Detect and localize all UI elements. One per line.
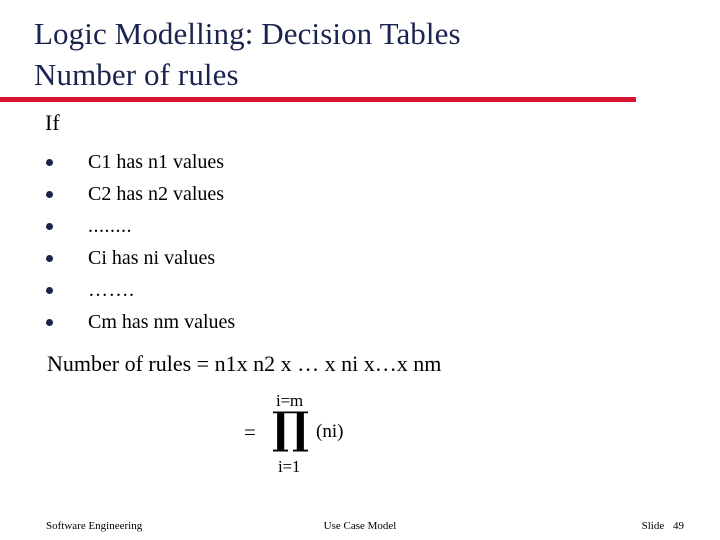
bullet-dot-icon bbox=[46, 223, 53, 230]
list-item: ……. bbox=[40, 274, 540, 306]
list-item: C1 has n1 values bbox=[40, 146, 540, 178]
product-lower-limit: i=1 bbox=[278, 457, 301, 476]
intro-text: If bbox=[45, 110, 60, 135]
list-item-label: Ci has ni values bbox=[88, 247, 216, 269]
footer-slide-indicator: Slide 49 bbox=[642, 516, 684, 536]
list-item: C2 has n2 values bbox=[40, 178, 540, 210]
product-symbol-icon: ∏ bbox=[272, 403, 310, 454]
list-item: ........ bbox=[40, 210, 540, 242]
condition-bullet-list: C1 has n1 values C2 has n2 values ......… bbox=[40, 146, 540, 338]
bullet-dot-icon bbox=[46, 191, 53, 198]
footer-slide-number: 49 bbox=[673, 520, 684, 532]
list-item-label: ........ bbox=[88, 215, 132, 237]
bullet-dot-icon bbox=[46, 255, 53, 262]
list-item: Cm has nm values bbox=[40, 306, 540, 338]
list-item-label: C2 has n2 values bbox=[88, 183, 225, 205]
bullet-dot-icon bbox=[46, 319, 53, 326]
footer-slide-label: Slide bbox=[641, 520, 665, 532]
formula-equals-sign: = bbox=[244, 420, 256, 444]
list-item: Ci has ni values bbox=[40, 242, 540, 274]
rule-count-formula: Number of rules = n1x n2 x … x ni x…x nm bbox=[47, 351, 442, 376]
list-item-label: ……. bbox=[88, 279, 135, 301]
bullet-dot-icon bbox=[46, 159, 53, 166]
bullet-dot-icon bbox=[46, 287, 53, 294]
list-item-label: Cm has nm values bbox=[88, 311, 236, 333]
slide-body: If C1 has n1 values C2 has n2 values ...… bbox=[0, 0, 720, 540]
list-item-label: C1 has n1 values bbox=[88, 151, 225, 173]
footer-topic-label: Use Case Model bbox=[323, 520, 397, 532]
product-argument: (ni) bbox=[316, 421, 344, 442]
product-notation: = i=m ∏ i=1 (ni) bbox=[238, 392, 478, 482]
slide-footer: Software Engineering Use Case Model Slid… bbox=[0, 516, 720, 536]
slide-canvas: Logic Modelling: Decision Tables Number … bbox=[0, 0, 720, 540]
